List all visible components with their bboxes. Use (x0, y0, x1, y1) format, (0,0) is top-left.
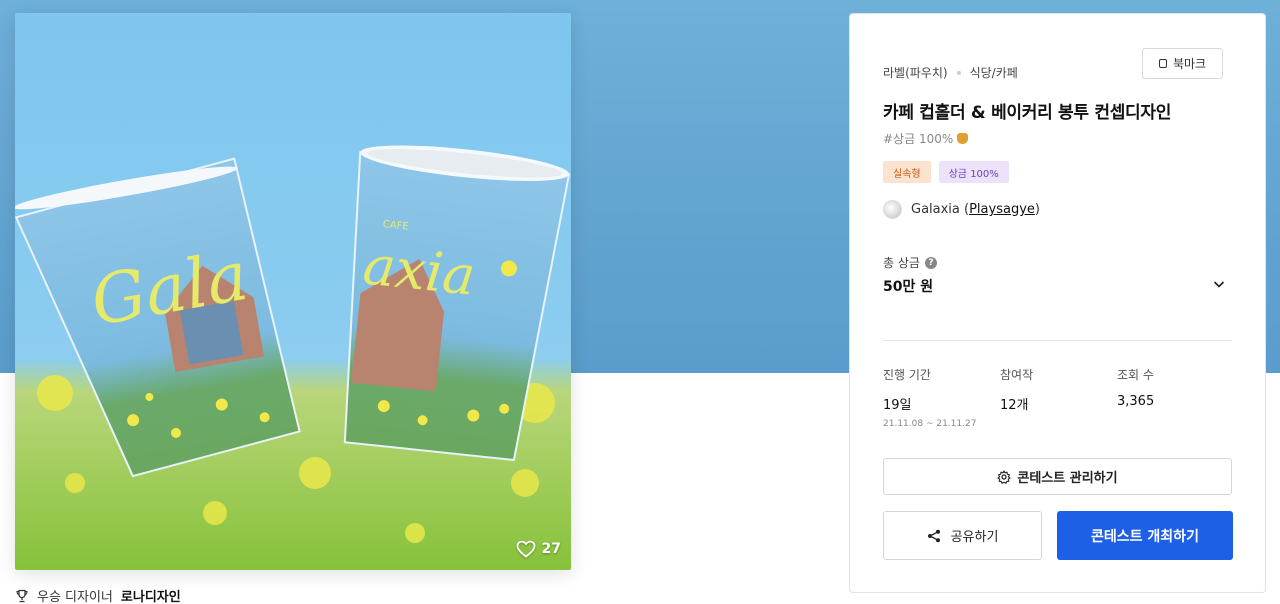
contest-artwork-image[interactable]: Gala axia CAFE 27 (15, 13, 571, 570)
manage-contest-button[interactable]: 콘테스트 관리하기 (883, 458, 1232, 495)
contest-title: 카페 컵홀더 & 베이커리 봉투 컨셉디자인 (883, 103, 1172, 123)
stat-views-value: 3,365 (1117, 394, 1155, 409)
money-bag-icon (957, 133, 969, 144)
contest-info-card: 라벨(파우치) 식당/카페 북마크 카페 컵홀더 & 베이커리 봉투 컨셉디자인… (849, 13, 1266, 593)
like-count: 27 (541, 541, 561, 557)
host-name: Galaxia ( (911, 202, 970, 217)
breadcrumb-separator (956, 70, 961, 75)
stat-period-range: 21.11.08 ~ 21.11.27 (883, 419, 977, 429)
stat-entries-value: 12개 (1000, 398, 1029, 413)
breadcrumb: 라벨(파우치) 식당/카페 (883, 64, 1018, 81)
total-prize-value: 50만 원 (883, 279, 934, 295)
badge-row: 실속형 상금 100% (883, 161, 1009, 183)
host-name-close: ) (1034, 202, 1040, 217)
heart-icon (516, 540, 535, 558)
stat-views: 조회 수 3,365 (1117, 366, 1234, 429)
hashtag-row: #상금 100% (883, 130, 969, 147)
cup-logo-text-right: axia (360, 233, 478, 307)
stat-period-label: 진행 기간 (883, 368, 931, 382)
trophy-icon (16, 589, 28, 602)
bookmark-label: 북마크 (1172, 57, 1207, 71)
bookmark-icon (1158, 59, 1167, 68)
like-button[interactable]: 27 (516, 540, 561, 558)
stat-entries: 참여작 12개 (1000, 366, 1117, 429)
share-icon (927, 529, 940, 542)
help-icon[interactable]: ? (924, 256, 937, 269)
winner-label: 우승 디자이너 (37, 590, 113, 604)
total-prize-label: 총 상금 ? (883, 254, 937, 271)
share-button[interactable]: 공유하기 (883, 511, 1042, 560)
avatar (883, 200, 902, 219)
stat-views-label: 조회 수 (1117, 368, 1154, 382)
gear-icon (997, 469, 1011, 484)
stat-period-value: 19일 (883, 398, 912, 413)
winner-name[interactable]: 로나디자인 (121, 586, 181, 604)
total-prize-label-text: 총 상금 (883, 256, 920, 270)
winner-designer: 우승 디자이너 로나디자인 (15, 586, 181, 604)
industry-link[interactable]: 식당/카페 (970, 64, 1018, 81)
host-info: Galaxia (Playsagye) (883, 200, 1040, 219)
badge-prize-rate: 상금 100% (938, 161, 1009, 183)
stat-period: 진행 기간 19일 21.11.08 ~ 21.11.27 (883, 366, 1000, 429)
stat-entries-label: 참여작 (1000, 368, 1034, 382)
hashtag-text: #상금 100% (883, 132, 954, 146)
badge-plan-type: 실속형 (883, 161, 931, 183)
divider (883, 340, 1232, 341)
host-profile-link[interactable]: Playsagye (969, 202, 1035, 217)
contest-stats: 진행 기간 19일 21.11.08 ~ 21.11.27 참여작 12개 조회… (883, 366, 1234, 429)
chevron-down-icon[interactable] (1211, 276, 1227, 292)
share-label: 공유하기 (950, 530, 999, 545)
bookmark-button[interactable]: 북마크 (1142, 48, 1223, 79)
cup-mockup-illustration: Gala axia CAFE (15, 13, 571, 570)
category-link[interactable]: 라벨(파우치) (883, 64, 948, 81)
manage-contest-label: 콘테스트 관리하기 (1017, 471, 1118, 486)
host-contest-button[interactable]: 콘테스트 개최하기 (1057, 511, 1233, 560)
